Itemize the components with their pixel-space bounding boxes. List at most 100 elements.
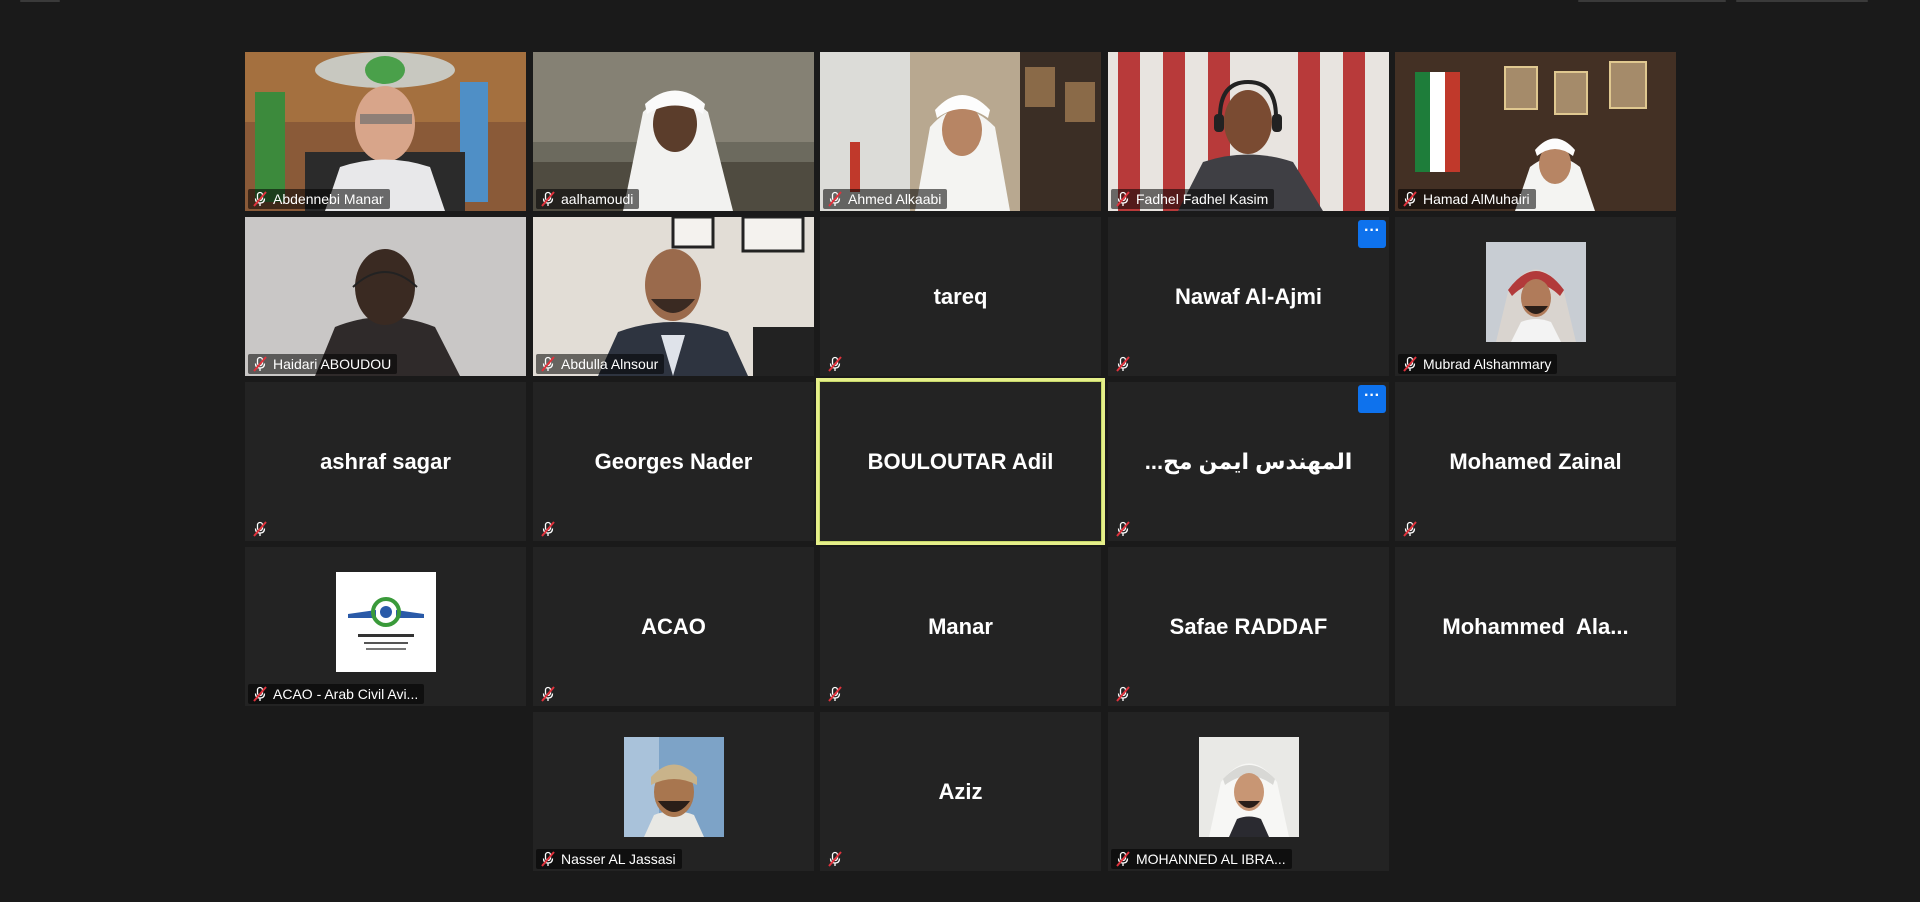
participant-tile[interactable]: ashraf sagar — [245, 382, 526, 541]
participant-display-name: Nawaf Al-Ajmi — [1174, 283, 1323, 309]
nameplate — [1111, 354, 1138, 374]
video-feed — [1395, 52, 1676, 211]
participant-tile[interactable]: tareq — [820, 217, 1101, 376]
muted-microphone-icon — [1114, 520, 1132, 538]
participant-tile[interactable]: MOHANNED AL IBRA... — [1108, 712, 1389, 871]
nameplate — [536, 684, 563, 704]
participant-tile[interactable]: Nasser AL Jassasi — [533, 712, 814, 871]
participant-name: Fadhel Fadhel Kasim — [1136, 191, 1269, 207]
participant-tile[interactable]: Haidari ABOUDOU — [245, 217, 526, 376]
nameplate: Nasser AL Jassasi — [536, 849, 682, 869]
muted-microphone-icon — [539, 355, 557, 373]
profile-photo — [623, 736, 724, 837]
participant-tile[interactable]: Safae RADDAF — [1108, 547, 1389, 706]
participant-tile[interactable]: Ahmed Alkaabi — [820, 52, 1101, 211]
acao-logo — [335, 571, 436, 672]
active-speaker-tile[interactable]: BOULOUTAR Adil — [816, 378, 1105, 545]
muted-microphone-icon — [251, 190, 269, 208]
participant-display-name: Georges Nader — [594, 448, 753, 474]
participant-tile[interactable]: Manar — [820, 547, 1101, 706]
participant-name: Abdennebi Manar — [273, 191, 384, 207]
participant-tile[interactable]: Mohamed Zainal — [1395, 382, 1676, 541]
nameplate: Ahmed Alkaabi — [823, 189, 948, 209]
participant-name: Mubrad Alshammary — [1423, 356, 1552, 372]
video-feed — [1108, 52, 1389, 211]
nameplate — [1111, 684, 1138, 704]
participant-name: ACAO - Arab Civil Avi... — [273, 686, 419, 702]
nameplate: MOHANNED AL IBRA... — [1111, 849, 1292, 869]
more-options-button[interactable]: ··· — [1358, 220, 1386, 248]
profile-photo — [1198, 736, 1299, 837]
participant-tile[interactable]: ACAO — [533, 547, 814, 706]
participant-name: aalhamoudi — [561, 191, 634, 207]
participant-name: Hamad AlMuhairi — [1423, 191, 1530, 207]
participant-display-name: المهندس ايمن مح... — [1144, 448, 1353, 474]
participant-tile[interactable]: ··· Nawaf Al-Ajmi — [1108, 217, 1389, 376]
participant-display-name: Aziz — [938, 778, 983, 804]
participant-display-name: BOULOUTAR Adil — [867, 448, 1054, 474]
nameplate: Mubrad Alshammary — [1398, 354, 1558, 374]
participant-tile[interactable]: Fadhel Fadhel Kasim — [1108, 52, 1389, 211]
nameplate — [1111, 519, 1138, 539]
video-feed — [533, 217, 814, 376]
muted-microphone-icon — [826, 190, 844, 208]
muted-microphone-icon — [251, 355, 269, 373]
toolbar-edge-button-2[interactable] — [1736, 0, 1868, 2]
nameplate: Abdennebi Manar — [248, 189, 390, 209]
participant-display-name: Safae RADDAF — [1169, 613, 1328, 639]
muted-microphone-icon — [539, 520, 557, 538]
video-feed — [533, 52, 814, 211]
participant-tile[interactable]: Aziz — [820, 712, 1101, 871]
participant-tile[interactable]: Abdennebi Manar — [245, 52, 526, 211]
participant-tile[interactable]: Hamad AlMuhairi — [1395, 52, 1676, 211]
muted-microphone-icon — [539, 685, 557, 703]
participant-display-name: ashraf sagar — [320, 448, 451, 474]
muted-microphone-icon — [1114, 190, 1132, 208]
participant-display-name: ACAO — [641, 613, 706, 639]
video-feed — [245, 217, 526, 376]
participant-display-name: tareq — [933, 283, 988, 309]
nameplate — [1398, 519, 1425, 539]
participant-name: Abdulla Alnsour — [561, 356, 659, 372]
nameplate — [248, 519, 275, 539]
muted-microphone-icon — [1401, 355, 1419, 373]
participant-display-name: Mohamed Zainal — [1449, 448, 1622, 474]
muted-microphone-icon — [1401, 190, 1419, 208]
more-options-button[interactable]: ··· — [1358, 385, 1386, 413]
participant-tile[interactable]: Abdulla Alnsour — [533, 217, 814, 376]
muted-microphone-icon — [826, 355, 844, 373]
nameplate: Abdulla Alnsour — [536, 354, 665, 374]
nameplate: aalhamoudi — [536, 189, 640, 209]
nameplate — [823, 684, 850, 704]
nameplate — [823, 849, 850, 869]
nameplate: Hamad AlMuhairi — [1398, 189, 1536, 209]
toolbar-edge-left[interactable] — [20, 0, 60, 2]
muted-microphone-icon — [539, 190, 557, 208]
muted-microphone-icon — [1401, 520, 1419, 538]
profile-photo — [1485, 241, 1586, 342]
participant-tile[interactable]: ACAO - Arab Civil Avi... — [245, 547, 526, 706]
muted-microphone-icon — [1114, 355, 1132, 373]
video-feed — [245, 52, 526, 211]
muted-microphone-icon — [251, 685, 269, 703]
muted-microphone-icon — [1114, 850, 1132, 868]
toolbar-edge-button-1[interactable] — [1578, 0, 1726, 2]
nameplate — [536, 519, 563, 539]
nameplate: Haidari ABOUDOU — [248, 354, 398, 374]
nameplate — [823, 354, 850, 374]
nameplate: Fadhel Fadhel Kasim — [1111, 189, 1275, 209]
video-feed — [820, 52, 1101, 211]
gallery-view: Abdennebi Manar aalhamoudi Ahmed Alkaabi… — [0, 0, 1920, 902]
participant-name: Ahmed Alkaabi — [848, 191, 942, 207]
participant-name: MOHANNED AL IBRA... — [1136, 851, 1286, 867]
participant-tile[interactable]: aalhamoudi — [533, 52, 814, 211]
participant-tile[interactable]: Mohammed Ala... — [1395, 547, 1676, 706]
muted-microphone-icon — [251, 520, 269, 538]
participant-tile[interactable]: Mubrad Alshammary — [1395, 217, 1676, 376]
participant-tile[interactable]: ··· المهندس ايمن مح... — [1108, 382, 1389, 541]
participant-name: Haidari ABOUDOU — [273, 356, 392, 372]
participant-tile[interactable]: Georges Nader — [533, 382, 814, 541]
participant-name: Nasser AL Jassasi — [561, 851, 676, 867]
muted-microphone-icon — [826, 685, 844, 703]
muted-microphone-icon — [1114, 685, 1132, 703]
